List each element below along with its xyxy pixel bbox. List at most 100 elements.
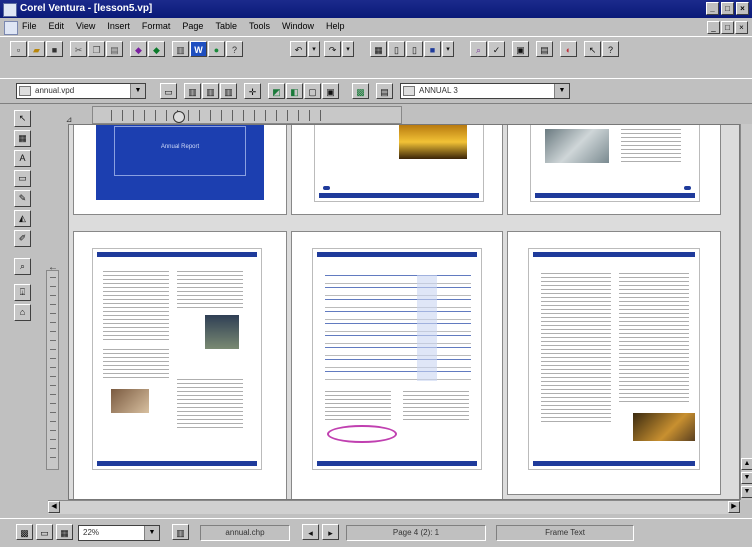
frame-tool-icon[interactable]: ▦	[14, 130, 31, 147]
horizontal-ruler[interactable]	[92, 106, 402, 124]
page-cell-4[interactable]	[73, 231, 287, 499]
shape-tool-icon[interactable]: ▭	[14, 170, 31, 187]
column-one-icon[interactable]: ▯	[388, 41, 405, 57]
freehand-tool-icon[interactable]: ✎	[14, 190, 31, 207]
print-icon[interactable]: ▥	[172, 41, 189, 57]
open-icon[interactable]: ▰	[28, 41, 45, 57]
guide-icon[interactable]: ✛	[244, 83, 261, 99]
zoom-combo[interactable]: 22% ▼	[78, 525, 160, 541]
view-sorter-icon[interactable]: ▦	[56, 524, 73, 540]
view-page-icon[interactable]: ▭	[36, 524, 53, 540]
picture-icon[interactable]: ▩	[352, 83, 369, 99]
frame-green-icon[interactable]: ◩	[268, 83, 285, 99]
paste-icon[interactable]: ▤	[106, 41, 123, 57]
align-left-icon[interactable]: ▥	[184, 83, 201, 99]
menu-edit[interactable]: Edit	[49, 21, 65, 31]
undo-dropdown-icon[interactable]: ▾	[308, 41, 320, 57]
word-icon[interactable]: W	[190, 41, 207, 57]
align-center-icon[interactable]: ▥	[202, 83, 219, 99]
find-icon[interactable]: ⌕	[470, 41, 487, 57]
page-cell-3[interactable]	[507, 125, 721, 215]
outline-tool-icon[interactable]: ✐	[14, 230, 31, 247]
chapter-combo[interactable]: annual.vpd ▼	[16, 83, 146, 99]
web-icon[interactable]: ●	[208, 41, 225, 57]
frame-layout-icon[interactable]: ▦	[370, 41, 387, 57]
tag-tool-icon[interactable]: ⍗	[14, 284, 31, 301]
prev-page-icon[interactable]: ◂	[302, 524, 319, 540]
vertical-ruler[interactable]	[46, 270, 59, 470]
horizontal-scrollbar[interactable]: ◀ ▶	[48, 500, 740, 514]
export-icon[interactable]: ◆	[148, 41, 165, 57]
doc-restore-button[interactable]: □	[721, 21, 734, 34]
page-cell-cover[interactable]: Annual Report	[73, 125, 287, 215]
whats-this-icon[interactable]: ↖	[584, 41, 601, 57]
menu-help[interactable]: Help	[326, 21, 345, 31]
app-icon[interactable]	[3, 3, 17, 17]
close-button[interactable]: ×	[736, 2, 749, 15]
menu-tools[interactable]: Tools	[249, 21, 270, 31]
color-icon[interactable]: ■	[424, 41, 441, 57]
doc-close-button[interactable]: ×	[735, 21, 748, 34]
cut-icon[interactable]: ✂	[70, 41, 87, 57]
frame-fill-icon[interactable]: ◧	[286, 83, 303, 99]
chevron-down-icon[interactable]: ▼	[554, 84, 569, 98]
menu-insert[interactable]: Insert	[107, 21, 130, 31]
chapter-list-icon[interactable]: ▥	[172, 524, 189, 540]
scroll-right-icon[interactable]: ▶	[728, 501, 740, 513]
color-dropdown-icon[interactable]: ▾	[442, 41, 454, 57]
save-icon[interactable]: ■	[46, 41, 63, 57]
menu-file[interactable]: File	[22, 21, 37, 31]
redo-icon[interactable]: ↷	[324, 41, 341, 57]
scroll-end-icon[interactable]: ▼	[741, 486, 752, 498]
text-column	[325, 391, 391, 421]
page-preview-icon[interactable]: ▣	[512, 41, 529, 57]
page-cell-6[interactable]	[507, 231, 721, 495]
help-icon[interactable]: ?	[226, 41, 243, 57]
frame-border-icon[interactable]: ▢	[304, 83, 321, 99]
chevron-down-icon[interactable]: ▼	[130, 84, 145, 98]
new-icon[interactable]: ▫	[10, 41, 27, 57]
menu-view[interactable]: View	[76, 21, 95, 31]
redo-dropdown-icon[interactable]: ▾	[342, 41, 354, 57]
vertical-scrollbar[interactable]: ▲ ▼ ▼	[740, 124, 752, 500]
tag-combo[interactable]: ANNUAL 3 ▼	[400, 83, 570, 99]
pick-tool-icon[interactable]: ↖	[14, 110, 31, 127]
column-two-icon[interactable]: ▯	[406, 41, 423, 57]
text-tool-icon[interactable]: A	[14, 150, 31, 167]
menu-table[interactable]: Table	[215, 21, 237, 31]
scroll-up-icon[interactable]: ▲	[741, 458, 752, 470]
menu-bar: File Edit View Insert Format Page Table …	[0, 18, 752, 36]
copy-icon[interactable]: ❐	[88, 41, 105, 57]
align-right-icon[interactable]: ▥	[220, 83, 237, 99]
ruler-arrow-icon[interactable]: ←	[48, 262, 58, 273]
menu-window[interactable]: Window	[282, 21, 314, 31]
scroll-down-icon[interactable]: ▼	[741, 472, 752, 484]
table-tool-icon[interactable]: ⌂	[14, 304, 31, 321]
import-icon[interactable]: ◆	[130, 41, 147, 57]
chevron-down-icon[interactable]: ▼	[144, 526, 159, 540]
frame-copy-icon[interactable]: ▣	[322, 83, 339, 99]
view-draft-icon[interactable]: ▩	[16, 524, 33, 540]
context-help-icon[interactable]: ?	[602, 41, 619, 57]
scroll-left-icon[interactable]: ◀	[48, 501, 60, 513]
page-cell-5[interactable]	[291, 231, 503, 499]
maximize-button[interactable]: □	[721, 2, 734, 15]
publish-icon[interactable]: ▤	[536, 41, 553, 57]
menu-format[interactable]: Format	[142, 21, 171, 31]
fill-tool-icon[interactable]: ◭	[14, 210, 31, 227]
spell-icon[interactable]: ✓	[488, 41, 505, 57]
page-icon[interactable]: ▭	[160, 83, 177, 99]
doc-minimize-button[interactable]: _	[707, 21, 720, 34]
tag-icon[interactable]: ▤	[376, 83, 393, 99]
text-column	[541, 273, 611, 423]
document-icon[interactable]	[4, 21, 18, 35]
page-sorter-view[interactable]: Annual Report	[68, 124, 740, 500]
zoom-tool-icon[interactable]: ⌕	[14, 258, 31, 275]
undo-icon[interactable]: ↶	[290, 41, 307, 57]
publish-pdf-icon[interactable]: ◐	[560, 41, 577, 57]
ruler-marker[interactable]	[173, 111, 185, 123]
menu-page[interactable]: Page	[182, 21, 203, 31]
page-cell-2[interactable]	[291, 125, 503, 215]
next-page-icon[interactable]: ▸	[322, 524, 339, 540]
minimize-button[interactable]: _	[706, 2, 719, 15]
